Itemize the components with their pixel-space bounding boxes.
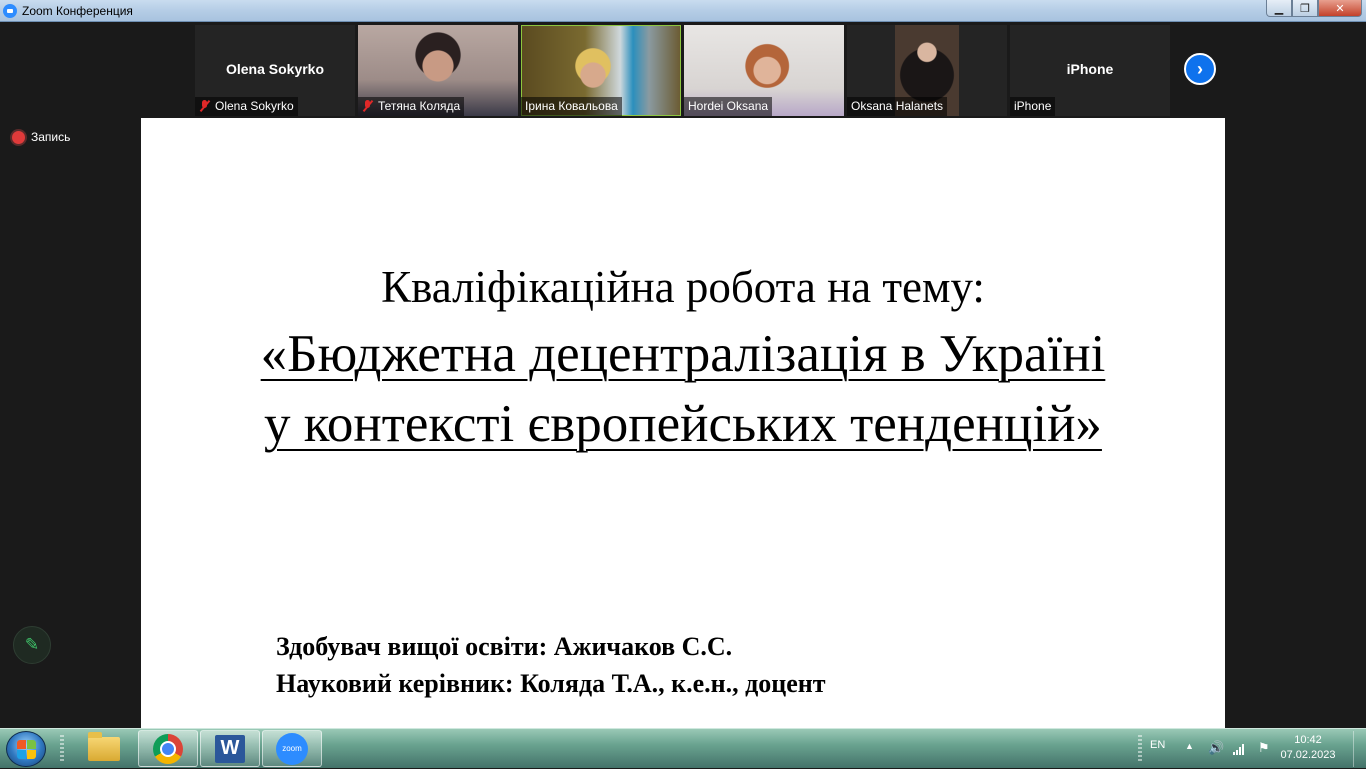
participant-display-name: Olena Sokyrko [225,61,325,77]
window-controls: ▁ ❐ ✕ [1266,0,1362,17]
taskbar-grip [60,735,64,763]
slide-heading: Кваліфікаційна робота на тему: [381,262,985,312]
volume-icon[interactable]: 🔊 [1208,740,1224,756]
folder-icon [88,731,120,761]
chrome-icon [153,733,183,764]
recording-label: Запись [31,130,71,144]
zoom-app-icon [3,3,17,18]
participant-name-label: Oksana Halanets [847,97,948,116]
slide-topic-line-2: у контексті європейських тенденцій» [264,395,1102,453]
windows-logo-icon [17,740,26,749]
annotate-pencil-icon[interactable]: ✎ [13,626,51,664]
shared-screen-slide: Кваліфікаційна робота на тему: «Бюджетна… [141,118,1225,728]
recording-indicator[interactable]: Запись [12,130,70,144]
windows-taskbar: W zoom EN ▲ 🔊 ⚑ 10:42 07.02.2023 [0,728,1366,768]
participant-name-label: Hordei Oksana [684,97,773,116]
participant-name: Hordei Oksana [688,99,769,113]
participant-name-label: Ірина Ковальова [521,97,622,116]
window-title: Zoom Конференция [22,3,133,18]
participant-name-label: iPhone [1010,97,1056,116]
maximize-button[interactable]: ❐ [1292,0,1318,17]
action-center-flag-icon[interactable]: ⚑ [1258,740,1270,756]
taskbar-chrome[interactable] [138,730,198,767]
taskbar-file-explorer[interactable] [74,730,134,767]
taskbar-zoom[interactable]: zoom [262,730,322,767]
participant-name: Ірина Ковальова [525,99,618,113]
participant-name-label: Тетяна Коляда [358,97,465,116]
clock-date: 07.02.2023 [1280,749,1336,761]
participant-display-name: iPhone [1066,61,1114,77]
window-titlebar: Zoom Конференция ▁ ❐ ✕ [0,0,1366,22]
network-icon[interactable] [1233,743,1247,755]
participant-tile[interactable]: Oksana Halanets [847,25,1007,116]
participant-tile[interactable]: Hordei Oksana [684,25,844,116]
participant-tile[interactable]: iPhone iPhone [1010,25,1170,116]
participant-name: Тетяна Коляда [378,99,461,113]
meeting-area: Olena Sokyrko Olena Sokyrko Тетяна Коляд… [0,22,1366,728]
word-icon: W [215,734,245,763]
show-hidden-icons-icon[interactable]: ▲ [1185,741,1194,751]
mic-muted-icon [362,100,374,112]
record-dot-icon [12,130,25,144]
slide-topic-line-1: «Бюджетна децентралізація в Україні [260,325,1106,383]
minimize-button[interactable]: ▁ [1266,0,1292,17]
language-indicator[interactable]: EN [1150,739,1165,751]
participant-name-label: Olena Sokyrko [195,97,298,116]
system-clock[interactable]: 10:42 07.02.2023 [1278,733,1338,763]
mic-muted-icon [199,100,211,112]
slide-supervisor-line: Науковий керівник: Коляда Т.А., к.е.н., … [276,669,826,698]
participant-tile[interactable]: Тетяна Коляда [358,25,518,116]
slide-author-line: Здобувач вищої освіти: Ажичаков С.С. [276,632,733,661]
participant-name: Oksana Halanets [851,99,944,113]
participant-tile-active-speaker[interactable]: Ірина Ковальова [521,25,681,116]
participant-strip: Olena Sokyrko Olena Sokyrko Тетяна Коляд… [195,25,1170,116]
next-participants-chevron-icon[interactable]: › [1184,53,1216,85]
taskbar-word[interactable]: W [200,730,260,767]
clock-time: 10:42 [1294,734,1322,746]
close-button[interactable]: ✕ [1318,0,1362,17]
slide-credits: Здобувач вищої освіти: Ажичаков С.С. Нау… [276,628,826,702]
participant-name: iPhone [1014,99,1052,113]
start-button[interactable] [6,731,46,767]
participant-tile[interactable]: Olena Sokyrko Olena Sokyrko [195,25,355,116]
zoom-icon: zoom [276,732,308,765]
participant-name: Olena Sokyrko [215,99,294,113]
show-desktop-button[interactable] [1353,731,1363,767]
